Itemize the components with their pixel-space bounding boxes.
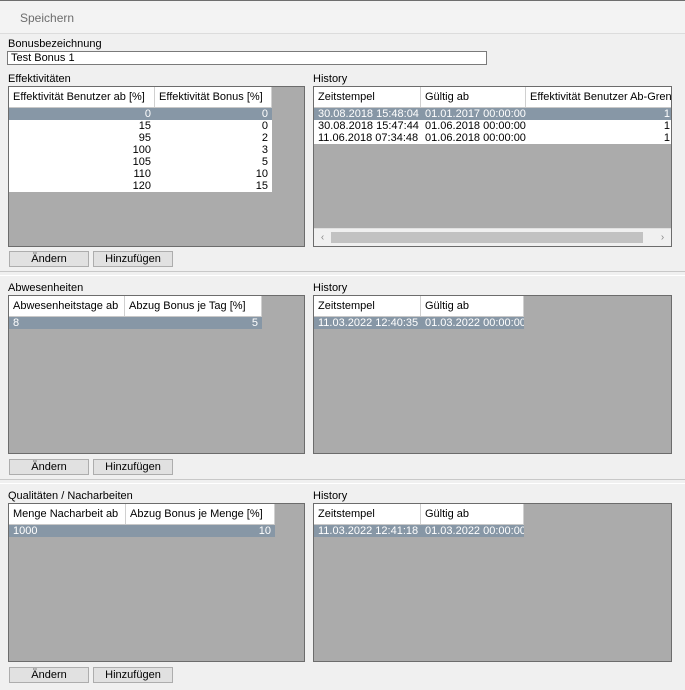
grid-rows: 0 0 15 0 95 2 100 3 105 5 110 10 120 15	[9, 108, 272, 192]
table-cell: 11.03.2022 12:41:18	[318, 525, 419, 537]
table-row[interactable]: 95 2	[9, 132, 272, 144]
chevron-right-icon[interactable]: ›	[655, 230, 670, 245]
table-cell: 100	[132, 144, 151, 156]
table-cell: 2	[261, 132, 268, 144]
grid-header: Zeitstempel Gültig ab	[314, 504, 524, 525]
table-cell: 95	[138, 132, 151, 144]
table-cell: 1	[663, 108, 670, 120]
effektivitaeten-history-grid[interactable]: Zeitstempel Gültig ab Effektivität Benut…	[313, 86, 672, 247]
table-row[interactable]: 30.08.2018 15:47:44 01.06.2018 00:00:00 1	[314, 120, 671, 132]
qualitaeten-title: Qualitäten / Nacharbeiten	[8, 490, 133, 502]
grid-rows: 11.03.2022 12:41:18 01.03.2022 00:00:00	[314, 525, 524, 537]
change-button[interactable]: Ändern	[9, 667, 89, 683]
column-header[interactable]: Abzug Bonus je Tag [%]	[125, 296, 262, 316]
table-cell: 10	[255, 168, 268, 180]
qualitaeten-history-grid[interactable]: Zeitstempel Gültig ab 11.03.2022 12:41:1…	[313, 503, 672, 662]
table-row[interactable]: 120 15	[9, 180, 272, 192]
grid-rows: 11.03.2022 12:40:35 01.03.2022 00:00:00	[314, 317, 524, 329]
table-cell: 1	[663, 132, 670, 144]
add-button[interactable]: Hinzufügen	[93, 667, 173, 683]
effektivitaeten-grid[interactable]: Effektivität Benutzer ab [%] Effektivitä…	[8, 86, 305, 247]
table-cell: 8	[13, 317, 20, 329]
table-cell: 01.01.2017 00:00:00	[425, 108, 526, 120]
table-cell: 3	[261, 144, 268, 156]
column-header[interactable]: Gültig ab	[421, 296, 524, 316]
horizontal-scrollbar[interactable]: ‹ ›	[314, 228, 671, 246]
table-row[interactable]: 11.03.2022 12:40:35 01.03.2022 00:00:00	[314, 317, 524, 329]
grid-header: Zeitstempel Gültig ab Effektivität Benut…	[314, 87, 671, 108]
table-row[interactable]: 11.03.2022 12:41:18 01.03.2022 00:00:00	[314, 525, 524, 537]
table-cell: 01.06.2018 00:00:00	[425, 120, 526, 132]
column-header[interactable]: Menge Nacharbeit ab	[9, 504, 126, 524]
column-header[interactable]: Zeitstempel	[314, 296, 421, 316]
table-cell: 120	[132, 180, 151, 192]
add-button[interactable]: Hinzufügen	[93, 251, 173, 267]
column-header[interactable]: Effektivität Benutzer ab [%]	[9, 87, 155, 107]
add-button[interactable]: Hinzufügen	[93, 459, 173, 475]
table-row[interactable]: 105 5	[9, 156, 272, 168]
table-row[interactable]: 00	[9, 108, 272, 120]
table-cell: 01.06.2018 00:00:00	[425, 132, 526, 144]
scrollbar-thumb[interactable]	[331, 232, 643, 243]
table-cell: 01.03.2022 00:00:00	[425, 525, 524, 537]
grid-header: Zeitstempel Gültig ab	[314, 296, 524, 317]
table-row[interactable]: 30.08.2018 15:48:04 01.01.2017 00:00:00 1	[314, 108, 671, 120]
table-cell: 105	[132, 156, 151, 168]
table-cell: 5	[251, 317, 258, 329]
table-cell: 11.03.2022 12:40:35	[318, 317, 419, 329]
qualitaeten-history-title: History	[313, 490, 348, 502]
effektivitaeten-history-title: History	[313, 73, 348, 85]
column-header[interactable]: Abzug Bonus je Menge [%]	[126, 504, 275, 524]
column-header[interactable]: Zeitstempel	[314, 504, 421, 524]
table-row[interactable]: 85	[9, 317, 262, 329]
table-row[interactable]: 100 3	[9, 144, 272, 156]
abwesenheiten-title: Abwesenheiten	[8, 282, 84, 294]
table-cell: 30.08.2018 15:47:44	[318, 120, 419, 132]
table-cell: 01.03.2022 00:00:00	[425, 317, 524, 329]
table-cell: 1000	[13, 525, 38, 537]
abwesenheiten-history-title: History	[313, 282, 348, 294]
section-divider	[0, 479, 685, 484]
grid-rows: 1000 10	[9, 525, 275, 537]
table-row[interactable]: 15 0	[9, 120, 272, 132]
column-header[interactable]: Effektivität Benutzer Ab-Grenze	[526, 87, 671, 107]
table-cell: 15	[138, 120, 151, 132]
change-button[interactable]: Ändern	[9, 251, 89, 267]
bonus-name-input[interactable]	[7, 51, 487, 65]
table-cell: 0	[144, 108, 151, 120]
toolbar: Speichern	[0, 0, 685, 34]
qualitaeten-grid[interactable]: Menge Nacharbeit ab Abzug Bonus je Menge…	[8, 503, 305, 662]
chevron-left-icon[interactable]: ‹	[315, 230, 330, 245]
table-cell: 30.08.2018 15:48:04	[318, 108, 419, 120]
table-cell: 0	[261, 108, 268, 120]
table-cell: 5	[261, 156, 268, 168]
grid-header: Menge Nacharbeit ab Abzug Bonus je Menge…	[9, 504, 275, 525]
section-divider	[0, 271, 685, 276]
grid-rows: 85	[9, 317, 262, 329]
column-header[interactable]: Gültig ab	[421, 504, 524, 524]
table-cell: 0	[261, 120, 268, 132]
table-cell: 1	[663, 120, 670, 132]
grid-rows: 30.08.2018 15:48:04 01.01.2017 00:00:00 1 3…	[314, 108, 671, 144]
table-cell: 11.06.2018 07:34:48	[318, 132, 419, 144]
abwesenheiten-grid[interactable]: Abwesenheitstage ab Abzug Bonus je Tag […	[8, 295, 305, 454]
table-cell: 110	[133, 168, 151, 180]
bonus-name-label: Bonusbezeichnung	[8, 38, 102, 50]
abwesenheiten-history-grid[interactable]: Zeitstempel Gültig ab 11.03.2022 12:40:3…	[313, 295, 672, 454]
grid-header: Effektivität Benutzer ab [%] Effektivitä…	[9, 87, 272, 108]
table-row[interactable]: 1000 10	[9, 525, 275, 537]
column-header[interactable]: Gültig ab	[421, 87, 526, 107]
table-cell: 15	[255, 180, 268, 192]
table-cell: 10	[258, 525, 271, 537]
effektivitaeten-title: Effektivitäten	[8, 73, 71, 85]
column-header[interactable]: Abwesenheitstage ab	[9, 296, 125, 316]
grid-header: Abwesenheitstage ab Abzug Bonus je Tag […	[9, 296, 262, 317]
change-button[interactable]: Ändern	[9, 459, 89, 475]
table-row[interactable]: 110 10	[9, 168, 272, 180]
column-header[interactable]: Zeitstempel	[314, 87, 421, 107]
table-row[interactable]: 11.06.2018 07:34:48 01.06.2018 00:00:00 1	[314, 132, 671, 144]
save-button[interactable]: Speichern	[8, 9, 86, 27]
column-header[interactable]: Effektivität Bonus [%]	[155, 87, 272, 107]
